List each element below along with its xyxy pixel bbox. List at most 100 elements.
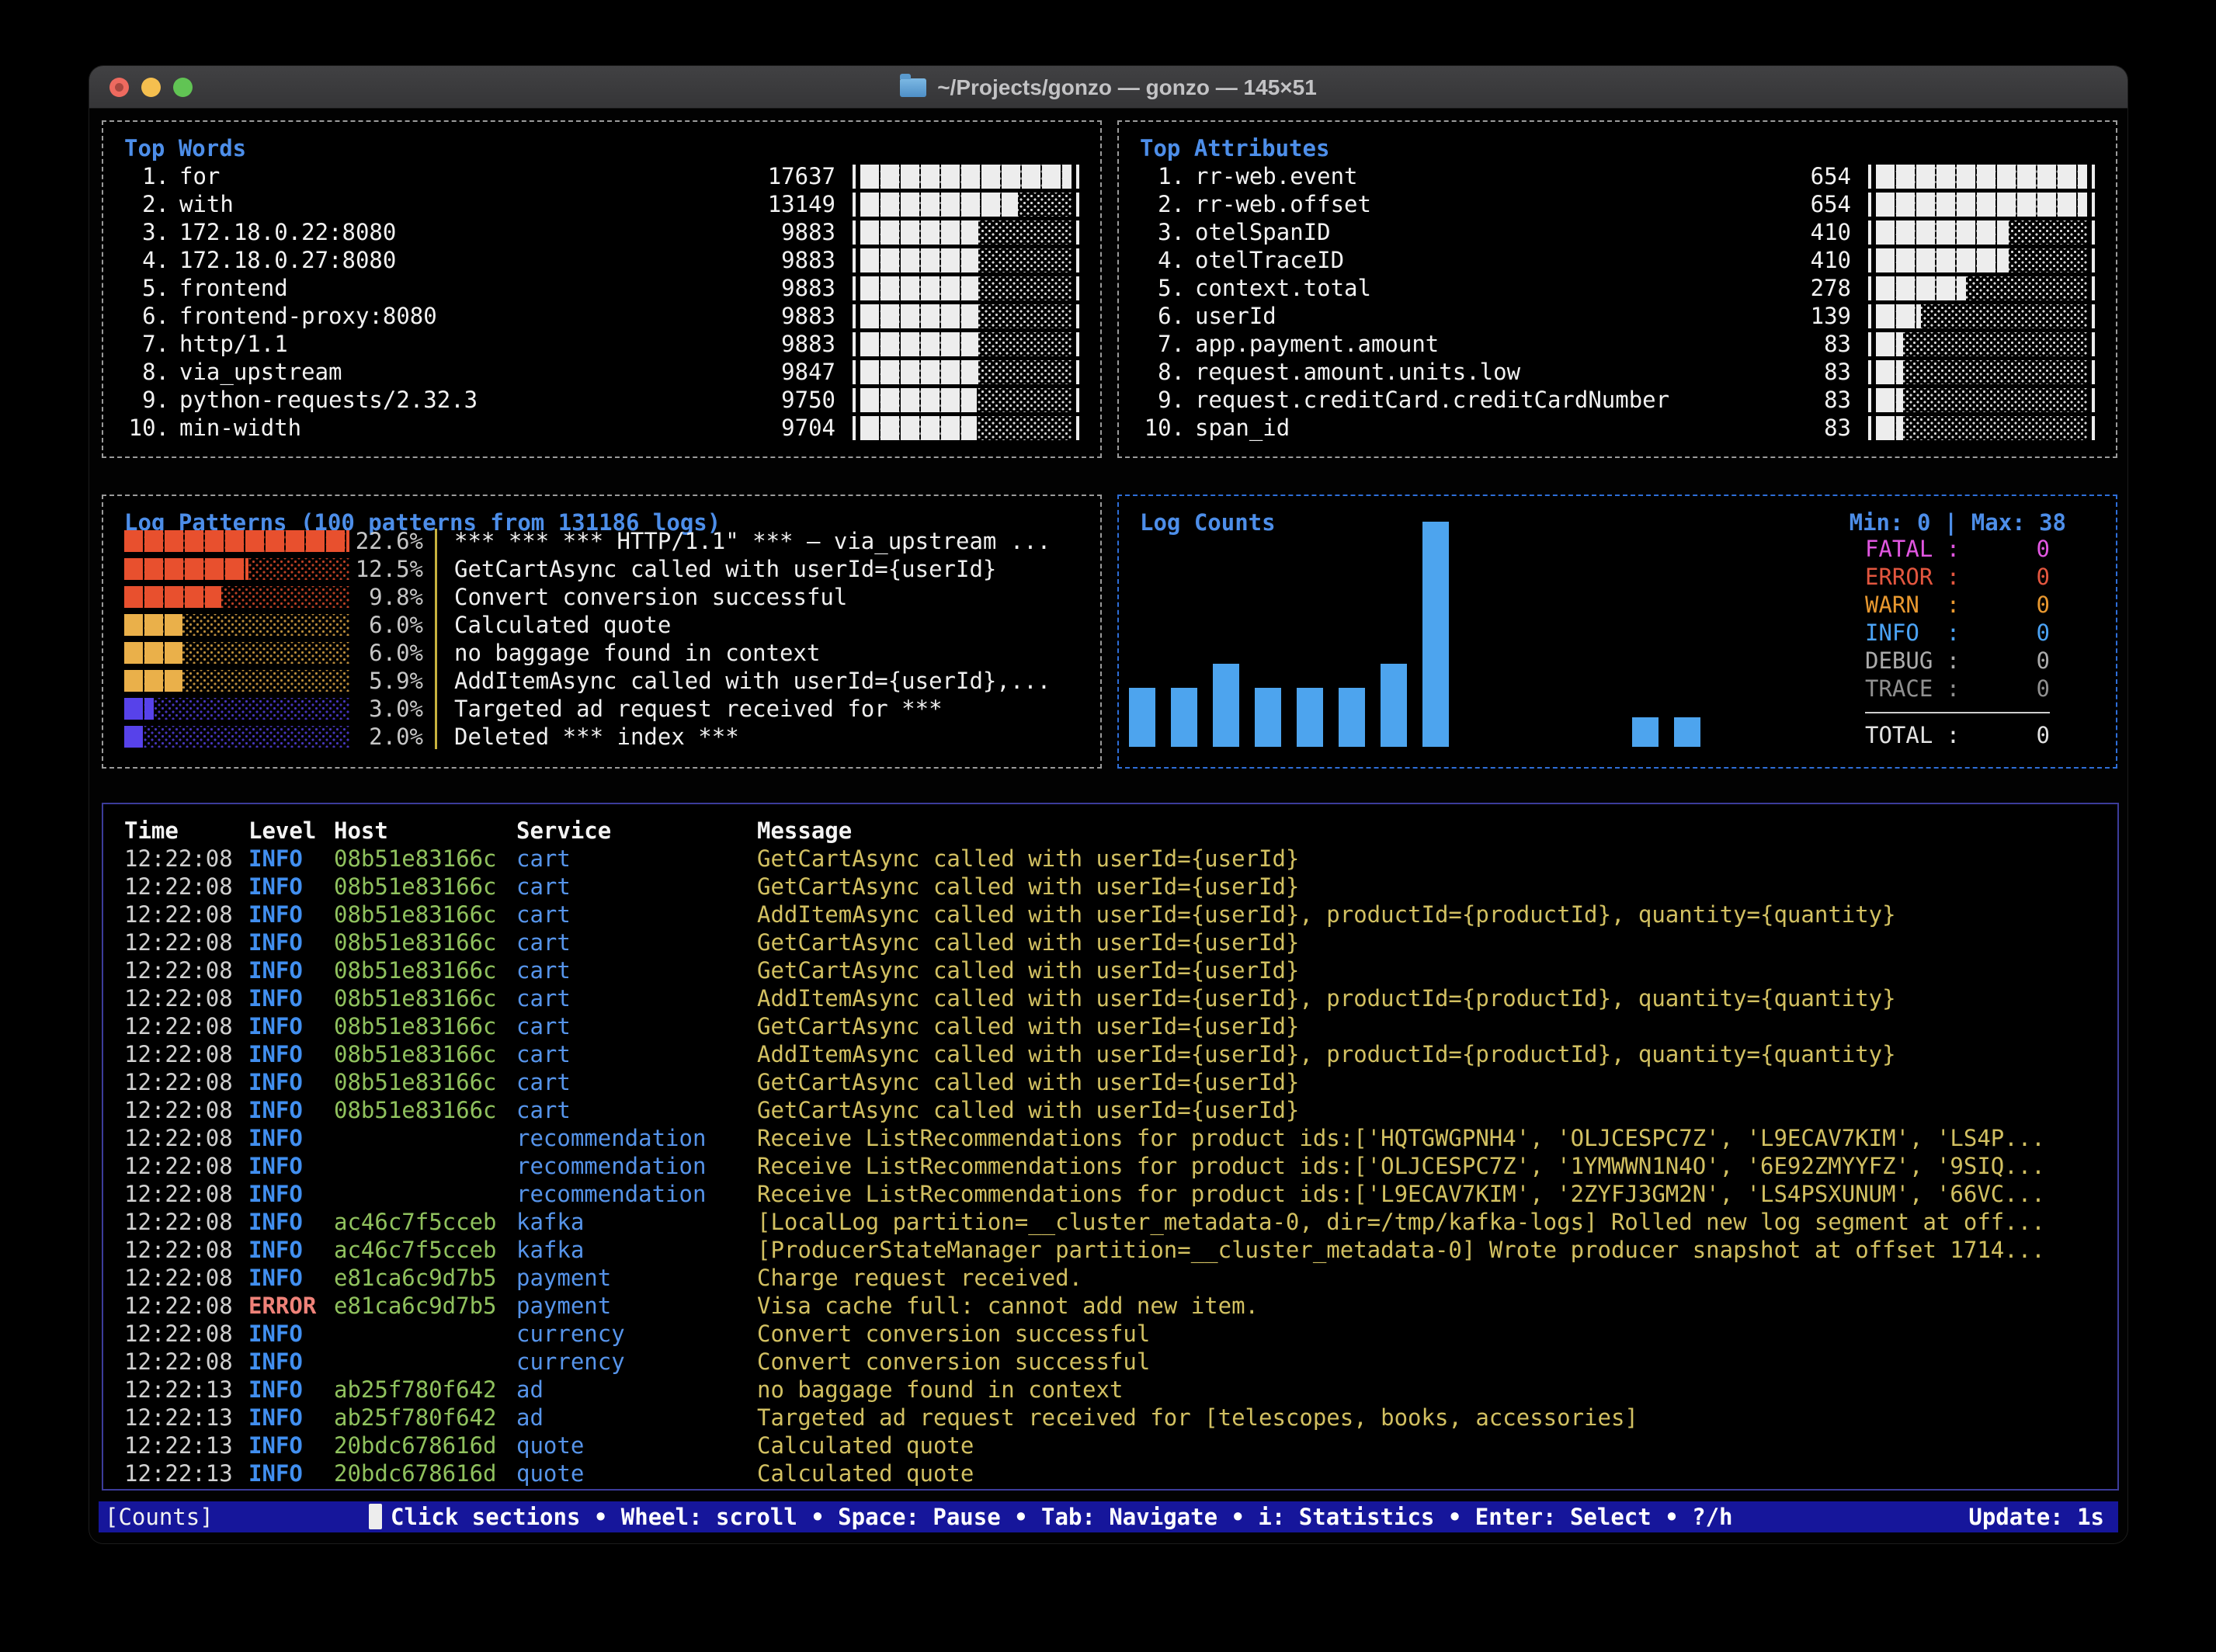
log-table-row[interactable]: 12:22:13INFO20bdc678616dquoteCalculated …	[124, 1432, 2096, 1459]
log-counts-bar	[1213, 664, 1239, 747]
bar-cap	[853, 304, 856, 328]
item-bar	[1868, 218, 2095, 246]
log-host: 08b51e83166c	[334, 1068, 516, 1096]
severity-value: 0	[2037, 563, 2050, 591]
bar-track	[860, 304, 1072, 328]
log-table-row[interactable]: 12:22:08INFO08b51e83166ccartGetCartAsync…	[124, 1068, 2096, 1096]
item-bar	[853, 190, 1079, 218]
bar-track	[860, 248, 1072, 272]
item-count: 9750	[719, 386, 835, 414]
item-bar	[853, 330, 1079, 358]
item-label: frontend	[179, 274, 719, 302]
log-counts-slot	[1297, 688, 1323, 747]
log-table-row[interactable]: 12:22:08INFO08b51e83166ccartAddItemAsync…	[124, 1040, 2096, 1068]
log-counts-slot	[1381, 664, 1407, 747]
item-label: with	[179, 190, 719, 218]
item-count: 654	[1735, 162, 1851, 190]
log-table-row[interactable]: 12:22:13INFO20bdc678616dquoteCalculated …	[124, 1459, 2096, 1487]
pattern-percent: 9.8%	[349, 583, 423, 611]
log-level-badge: INFO	[248, 1152, 334, 1180]
log-counts-bar	[1129, 688, 1155, 747]
log-patterns-panel[interactable]: Log Patterns (100 patterns from 131186 l…	[102, 495, 1102, 769]
log-counts-bar	[1297, 688, 1323, 747]
log-counts-slot	[1213, 664, 1239, 747]
log-time: 12:22:13	[124, 1376, 248, 1404]
log-message: no baggage found in context	[757, 1376, 2096, 1404]
log-table-row[interactable]: 12:22:08INFOcurrencyConvert conversion s…	[124, 1348, 2096, 1376]
top-attributes-panel[interactable]: Top Attributes 1.rr-web.event6542.rr-web…	[1117, 120, 2117, 458]
item-label: app.payment.amount	[1195, 330, 1735, 358]
item-count: 83	[1735, 358, 1851, 386]
pattern-bar-fill	[124, 614, 182, 636]
item-label: min-width	[179, 414, 719, 442]
bar-track	[1876, 248, 2087, 272]
bar-cap	[2092, 360, 2095, 384]
bar-track	[1876, 388, 2087, 412]
item-count: 9883	[719, 330, 835, 358]
log-table-row[interactable]: 12:22:08INFOrecommendationReceive ListRe…	[124, 1180, 2096, 1208]
item-bar	[1868, 162, 2095, 190]
log-table-row[interactable]: 12:22:13INFOab25f780f642adno baggage fou…	[124, 1376, 2096, 1404]
log-table-row[interactable]: 12:22:08INFO08b51e83166ccartGetCartAsync…	[124, 1012, 2096, 1040]
log-time: 12:22:08	[124, 1236, 248, 1264]
log-table-row[interactable]: 12:22:08INFO08b51e83166ccartGetCartAsync…	[124, 1096, 2096, 1124]
bar-track	[1876, 416, 2087, 440]
log-counts-panel[interactable]: Log Counts Min: 0 | Max: 38 FATAL :0ERRO…	[1117, 495, 2117, 769]
severity-label: FATAL :	[1865, 535, 1960, 563]
log-level-badge: INFO	[248, 956, 334, 984]
bar-fill	[1876, 220, 2009, 245]
bar-cap	[853, 388, 856, 412]
bar-cap	[1868, 248, 1871, 272]
item-bar	[853, 358, 1079, 386]
item-count: 410	[1735, 246, 1851, 274]
log-host: ab25f780f642	[334, 1376, 516, 1404]
log-table-row[interactable]: 12:22:08INFOrecommendationReceive ListRe…	[124, 1152, 2096, 1180]
log-table-panel[interactable]: Time Level Host Service Message 12:22:08…	[102, 803, 2119, 1491]
log-table-row[interactable]: 12:22:08ERRORe81ca6c9d7b5paymentVisa cac…	[124, 1292, 2096, 1320]
log-table-row[interactable]: 12:22:08INFOrecommendationReceive ListRe…	[124, 1124, 2096, 1152]
severity-stat-row: ERROR :0	[1865, 563, 2050, 591]
log-table-row[interactable]: 12:22:13INFOab25f780f642adTargeted ad re…	[124, 1404, 2096, 1432]
item-bar	[853, 162, 1079, 190]
log-level-badge: INFO	[248, 1012, 334, 1040]
log-table-row[interactable]: 12:22:08INFO08b51e83166ccartGetCartAsync…	[124, 845, 2096, 873]
log-table-row[interactable]: 12:22:08INFOe81ca6c9d7b5paymentCharge re…	[124, 1264, 2096, 1292]
log-table-row[interactable]: 12:22:08INFO08b51e83166ccartAddItemAsync…	[124, 984, 2096, 1012]
log-service: payment	[516, 1264, 757, 1292]
bar-fill	[1876, 360, 1903, 384]
log-time: 12:22:08	[124, 901, 248, 928]
bar-fill	[1876, 332, 1903, 356]
item-count: 9883	[719, 274, 835, 302]
log-counts-bar	[1255, 688, 1281, 747]
log-table-row[interactable]: 12:22:08INFO08b51e83166ccartGetCartAsync…	[124, 956, 2096, 984]
item-bar	[853, 302, 1079, 330]
log-counts-bar	[1674, 717, 1700, 747]
log-table-row[interactable]: 12:22:08INFO08b51e83166ccartGetCartAsync…	[124, 873, 2096, 901]
bar-cap	[1868, 220, 1871, 245]
log-message: Receive ListRecommendations for product …	[757, 1180, 2096, 1208]
severity-value: 0	[2037, 591, 2050, 619]
bar-track	[860, 165, 1072, 189]
log-time: 12:22:13	[124, 1404, 248, 1432]
pattern-bar-fill	[124, 670, 182, 692]
log-host: 08b51e83166c	[334, 845, 516, 873]
log-table-row[interactable]: 12:22:08INFOac46c7f5ccebkafka[LocalLog p…	[124, 1208, 2096, 1236]
bar-cap	[1076, 416, 1079, 440]
log-message: GetCartAsync called with userId={userId}	[757, 1096, 2096, 1124]
log-table-row[interactable]: 12:22:08INFOcurrencyConvert conversion s…	[124, 1320, 2096, 1348]
severity-label: WARN :	[1865, 591, 1960, 619]
item-bar	[1868, 246, 2095, 274]
log-message: Receive ListRecommendations for product …	[757, 1152, 2096, 1180]
log-table-row[interactable]: 12:22:08INFO08b51e83166ccartAddItemAsync…	[124, 901, 2096, 928]
log-table-row[interactable]: 12:22:08INFO08b51e83166ccartGetCartAsync…	[124, 928, 2096, 956]
top-words-panel[interactable]: Top Words 1.for176372.with131493.172.18.…	[102, 120, 1102, 458]
item-count: 410	[1735, 218, 1851, 246]
pattern-row: 6.0%Calculated quote	[124, 611, 1079, 639]
log-service: payment	[516, 1292, 757, 1320]
log-table-row[interactable]: 12:22:08INFOac46c7f5ccebkafka[ProducerSt…	[124, 1236, 2096, 1264]
log-service: quote	[516, 1459, 757, 1487]
status-update-interval: Update: 1s	[1968, 1503, 2104, 1531]
rank-label: 5.	[1140, 274, 1185, 302]
pattern-bar	[124, 530, 349, 552]
log-host: 20bdc678616d	[334, 1459, 516, 1487]
